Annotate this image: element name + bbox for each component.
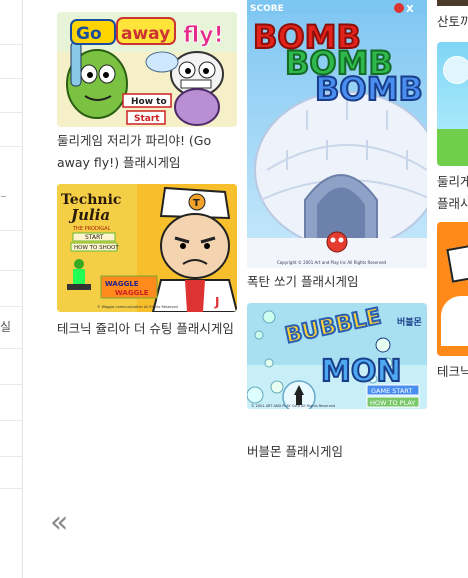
sidebar-divider [0,306,22,307]
sidebar-divider [0,230,22,231]
game-caption[interactable]: 둘리게임 저리가 파리야! (Go away fly!) 플래시게임 [57,130,237,174]
game-caption[interactable]: 테크닉 쥴리아 더 슈팅 플래시게임 [57,318,237,340]
go-away-fly-art: Go away fly! How to Start [57,12,237,127]
partial-column: 산토끼 둘리게임 플래시게임 테크닉 [437,0,468,578]
sidebar-divider [0,456,22,457]
sidebar-divider [0,420,22,421]
svg-text:MON: MON [321,354,401,389]
svg-text:BOMB: BOMB [315,70,423,108]
copyright-text: Copyright © 2001 Art and Play Inc All Ri… [277,260,387,265]
svg-text:How to: How to [131,97,167,107]
partial-thumb-doly[interactable] [437,42,468,166]
game-caption[interactable]: 폭탄 쏘기 플래시게임 [247,271,427,293]
svg-text:© Waggle communication All Rig: © Waggle communication All Rights Reserv… [97,305,178,309]
sidebar-dash [1,196,6,197]
sidebar-item-fragment[interactable]: 실 [0,318,11,335]
svg-text:T: T [193,198,200,209]
game-caption[interactable]: 둘리게임 플래시게임 [437,171,468,215]
partial-thumb-top[interactable] [437,0,468,6]
svg-text:J: J [214,295,219,309]
game-thumbnail[interactable]: Go away fly! How to Start [57,12,237,127]
prev-page-button[interactable]: « [50,508,78,542]
sidebar-divider [0,44,22,45]
game-thumbnail[interactable]: BUBBLE MON 버블몬 GAME START HOW TO PLAY © … [247,303,427,409]
svg-text:Julia: Julia [68,206,110,224]
sidebar-divider [0,384,22,385]
svg-text:away: away [121,24,170,44]
technic-julia-art: Technic Julia THE PRODIGAL START HOW TO … [57,184,237,312]
sidebar-divider [0,146,22,147]
game-caption[interactable]: 버블몬 플래시게임 [247,441,427,463]
svg-text:WAGGLE: WAGGLE [105,280,139,288]
svg-text:HOW TO PLAY: HOW TO PLAY [370,399,415,407]
sidebar-divider [0,488,22,489]
game-card-technic-julia[interactable]: Technic Julia THE PRODIGAL START HOW TO … [57,184,237,336]
left-sidebar: 실 [0,0,23,578]
sidebar-divider [0,112,22,113]
game-card-bubblemon[interactable]: BUBBLE MON 버블몬 GAME START HOW TO PLAY © … [247,303,427,459]
bomb-game-art: SCORE X Copyright © 2001 Art and Play In… [247,0,427,268]
sidebar-divider [0,270,22,271]
game-thumbnail[interactable]: Technic Julia THE PRODIGAL START HOW TO … [57,184,237,312]
game-caption[interactable]: 산토끼 [437,11,468,33]
svg-text:Go: Go [76,24,102,44]
svg-text:START: START [85,234,104,241]
game-card-bomb[interactable]: SCORE X Copyright © 2001 Art and Play In… [247,0,427,289]
svg-text:THE PRODIGAL: THE PRODIGAL [72,226,111,232]
score-label: SCORE [250,4,284,14]
game-card-go-away-fly[interactable]: Go away fly! How to Start 둘리게임 저리가 파리야! … [57,12,237,170]
svg-text:WAGGLE: WAGGLE [115,289,149,297]
svg-text:Start: Start [134,114,160,124]
svg-text:fly!: fly! [183,23,224,48]
partial-thumb-technic[interactable] [437,222,468,356]
sidebar-divider [0,78,22,79]
game-thumbnail[interactable]: SCORE X Copyright © 2001 Art and Play In… [247,0,427,268]
svg-text:HOW TO SHOOT: HOW TO SHOOT [74,245,119,251]
svg-text:GAME START: GAME START [371,387,412,395]
svg-text:버블몬: 버블몬 [397,316,422,328]
svg-text:X: X [406,4,414,15]
sidebar-divider [0,348,22,349]
svg-text:© 2001 ART AND PLAY Corp All R: © 2001 ART AND PLAY Corp All Rights Rese… [251,404,335,408]
bubblemon-art: BUBBLE MON 버블몬 GAME START HOW TO PLAY © … [247,303,427,409]
game-caption[interactable]: 테크닉 [437,361,468,383]
